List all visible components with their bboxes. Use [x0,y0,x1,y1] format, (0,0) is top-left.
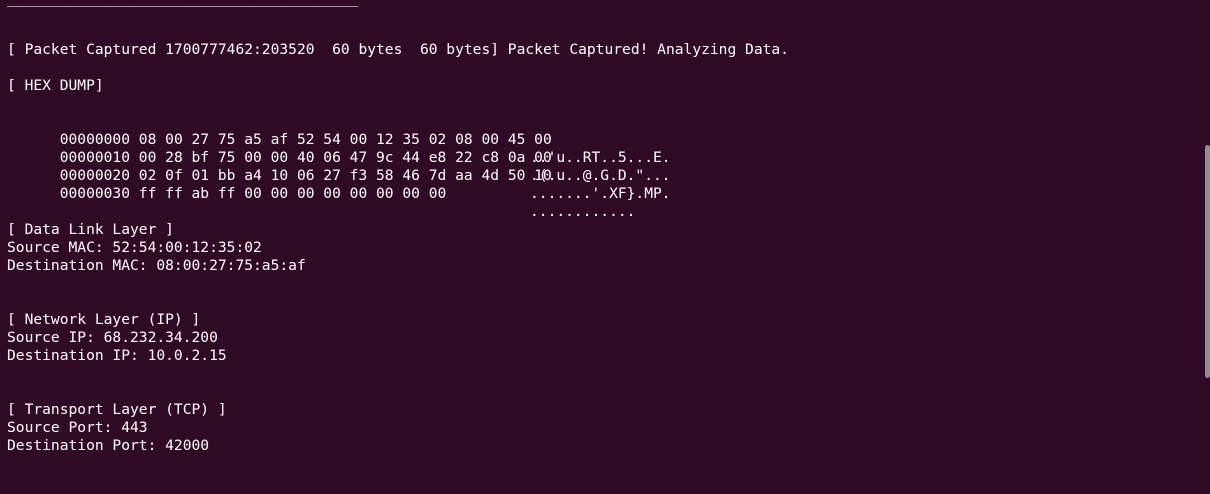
destination-port: Destination Port: 42000 [7,437,210,454]
source-mac: Source MAC: 52:54:00:12:35:02 [7,239,262,256]
terminal-window[interactable]: ________________________________________… [0,0,1210,494]
network-layer-title: [ Network Layer (IP) ] [7,311,201,328]
transport-layer-title: [ Transport Layer (TCP) ] [7,401,227,418]
hex-dump-row: 00000010 00 28 bf 75 00 00 40 06 47 9c 4… [7,131,789,184]
hex-ascii: ............ [530,203,636,220]
hex-bytes: 00000030 ff ff ab ff 00 00 00 00 00 00 0… [59,185,447,202]
destination-ip: Destination IP: 10.0.2.15 [7,347,227,364]
separator-bottom: ________________________________________ [7,478,359,494]
terminal-output: [ Packet Captured 1700777462:203520 60 b… [7,41,789,455]
hex-dump-row: 00000000 08 00 27 75 a5 af 52 54 00 12 3… [7,113,789,166]
hex-ascii: .......'.XF}.MP. [530,185,671,202]
data-link-layer-title: [ Data Link Layer ] [7,221,174,238]
source-port: Source Port: 443 [7,419,148,436]
source-ip: Source IP: 68.232.34.200 [7,329,218,346]
destination-mac: Destination MAC: 08:00:27:75:a5:af [7,257,306,274]
hex-dump-row: 00000020 02 0f 01 bb a4 10 06 27 f3 58 4… [7,149,789,202]
vertical-scrollbar[interactable] [1205,145,1210,378]
separator-top: ________________________________________ [7,0,358,8]
packet-captured-line: [ Packet Captured 1700777462:203520 60 b… [7,41,789,58]
hex-dump-title: [ HEX DUMP] [7,77,104,94]
hex-dump-row: 00000030 ff ff ab ff 00 00 00 00 00 00 0… [7,167,789,220]
